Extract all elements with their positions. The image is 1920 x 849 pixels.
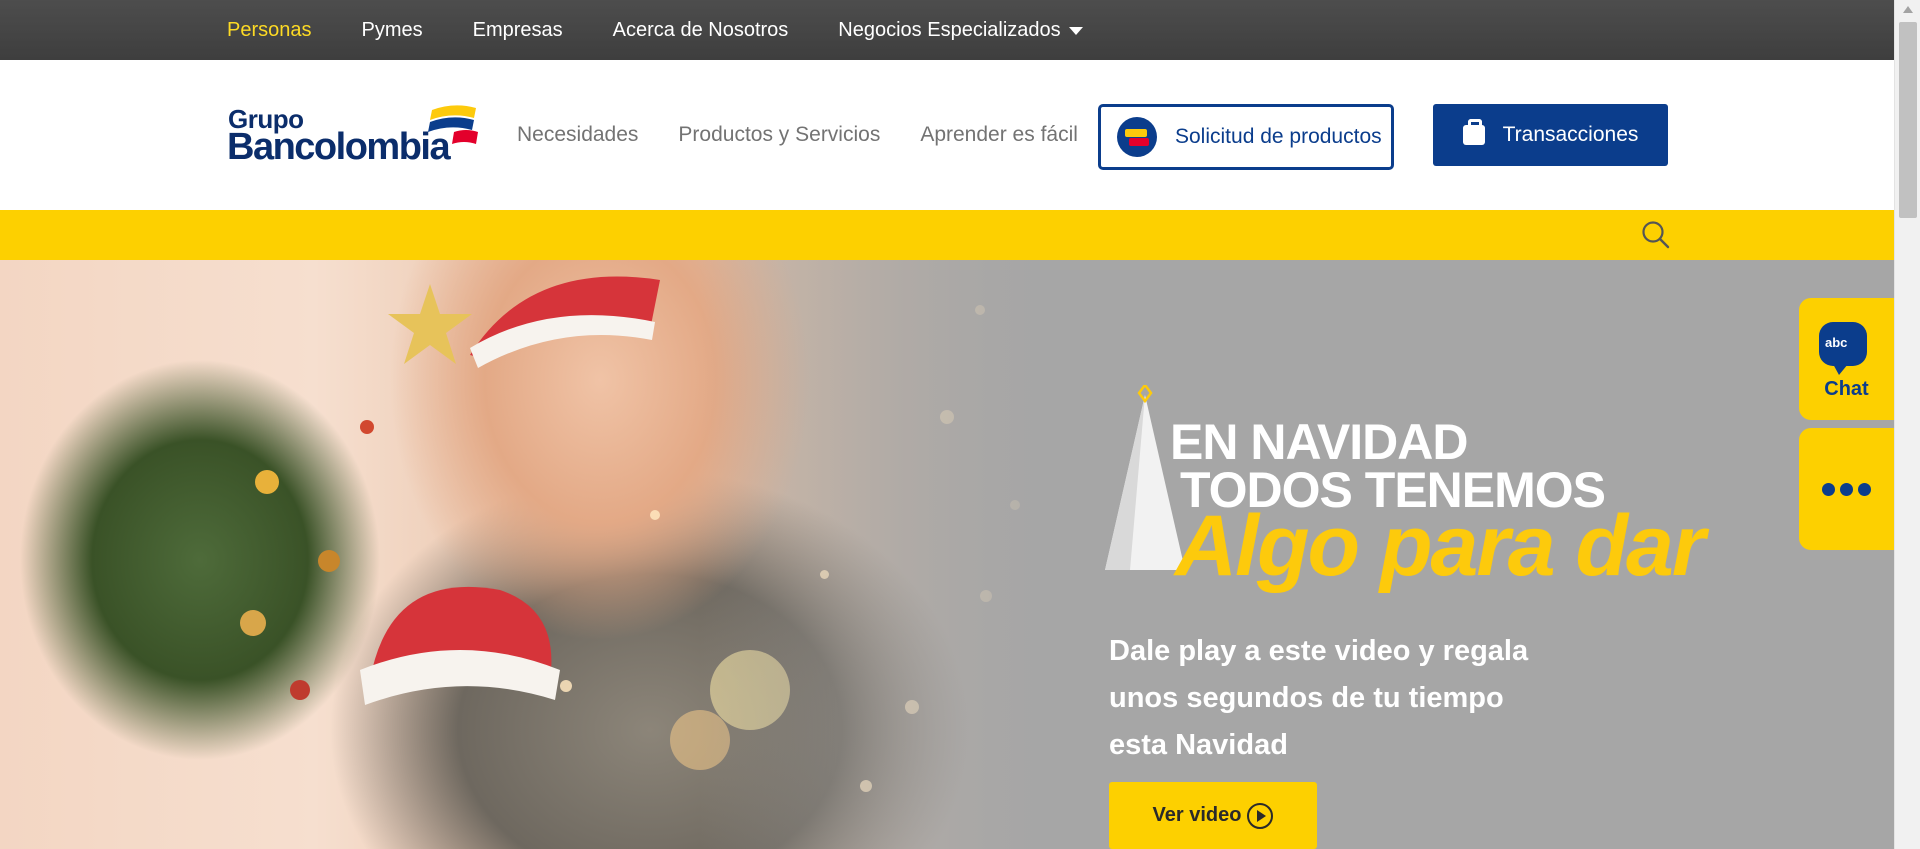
headline-line-3: Algo para dar — [1175, 498, 1705, 594]
hero-headline: EN NAVIDAD TODOS TENEMOS Algo para dar — [1090, 385, 1790, 605]
topnav-negocios-label: Negocios Especializados — [838, 18, 1061, 41]
topnav-acerca[interactable]: Acerca de Nosotros — [613, 19, 789, 42]
solicitud-productos-label: Solicitud de productos — [1175, 125, 1382, 148]
more-dot — [1858, 482, 1871, 496]
more-dots-icon — [1822, 482, 1835, 496]
scrollbar-thumb[interactable] — [1899, 22, 1917, 218]
main-nav: Necesidades Productos y Servicios Aprend… — [517, 60, 1118, 210]
ver-video-label: Ver video — [1152, 804, 1242, 826]
transacciones-label: Transacciones — [1502, 123, 1639, 146]
segment-nav: Personas Pymes Empresas Acerca de Nosotr… — [227, 0, 1133, 60]
hero-description: Dale play a este video y regala unos seg… — [1109, 635, 1529, 761]
chat-badge-text: abc — [1825, 335, 1848, 350]
bancolombia-logo[interactable]: Grupo Bancolombia — [227, 104, 482, 174]
chat-label: Chat — [1824, 378, 1869, 400]
search-icon[interactable] — [1641, 220, 1671, 250]
nav-aprender-es-facil[interactable]: Aprender es fácil — [920, 123, 1078, 147]
logo-text-bancolombia: Bancolombia — [227, 126, 451, 168]
main-header: Grupo Bancolombia Necesidades Productos … — [0, 60, 1894, 210]
hero-photo-fade — [700, 260, 1100, 849]
products-card-icon — [1117, 117, 1157, 157]
solicitud-productos-button[interactable]: Solicitud de productos — [1098, 104, 1394, 170]
page-scrollbar[interactable] — [1894, 0, 1920, 849]
chat-widget[interactable]: abc Chat — [1799, 298, 1894, 420]
ver-video-button[interactable]: Ver video — [1109, 782, 1317, 849]
caret-down-icon — [1068, 27, 1083, 35]
hero-banner: EN NAVIDAD TODOS TENEMOS Algo para dar D… — [0, 260, 1894, 849]
scroll-up-arrow-icon[interactable] — [1903, 6, 1913, 13]
play-icon — [1247, 802, 1274, 829]
topnav-pymes[interactable]: Pymes — [362, 19, 423, 42]
nav-necesidades[interactable]: Necesidades — [517, 123, 638, 147]
santa-hat-mother — [470, 276, 660, 368]
page: Personas Pymes Empresas Acerca de Nosotr… — [0, 0, 1920, 849]
nav-productos-servicios[interactable]: Productos y Servicios — [678, 123, 880, 147]
chat-bubble-icon: abc — [1819, 322, 1867, 375]
topnav-empresas[interactable]: Empresas — [473, 19, 563, 42]
topnav-personas[interactable]: Personas — [227, 19, 312, 42]
search-bar — [0, 210, 1894, 260]
more-dot — [1840, 482, 1853, 496]
top-navigation-bar: Personas Pymes Empresas Acerca de Nosotr… — [0, 0, 1894, 60]
more-options-button[interactable] — [1799, 428, 1894, 550]
santa-hat-child — [360, 586, 560, 705]
logo-flag-icon — [428, 105, 478, 144]
bag-icon — [1462, 119, 1485, 145]
transacciones-button[interactable]: Transacciones — [1433, 104, 1668, 166]
topnav-negocios-especializados[interactable]: Negocios Especializados — [838, 18, 1083, 42]
